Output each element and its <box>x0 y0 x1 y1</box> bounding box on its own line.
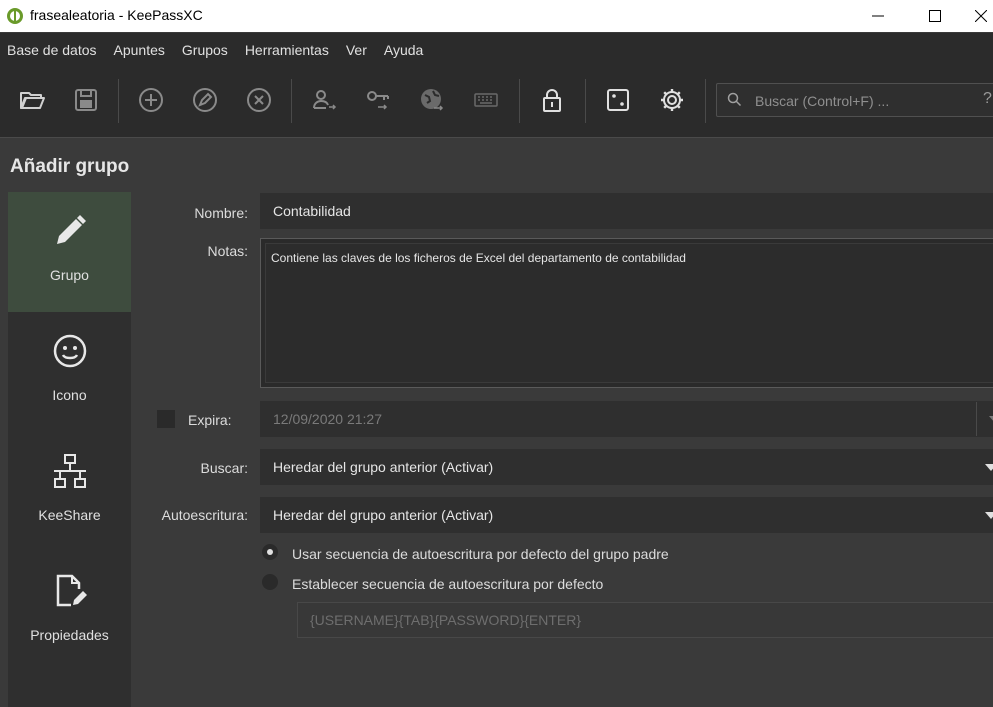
expires-label: Expira: <box>188 412 232 428</box>
file-edit-icon <box>56 574 87 607</box>
menu-help[interactable]: Ayuda <box>377 42 433 58</box>
pencil-circle-icon <box>193 88 217 112</box>
plus-circle-icon <box>139 88 163 112</box>
expires-value: 12/09/2020 21:27 <box>273 411 382 427</box>
settings-button[interactable] <box>656 84 688 116</box>
autotype-select-value: Heredar del grupo anterior (Activar) <box>273 507 494 523</box>
category-sidebar: Grupo Icono KeeShare Propiedades <box>8 192 131 707</box>
chevron-down-icon <box>989 416 993 423</box>
sequence-placeholder: {USERNAME}{TAB}{PASSWORD}{ENTER} <box>310 612 582 628</box>
folder-open-icon <box>20 92 45 109</box>
sidebar-item-icon[interactable]: Icono <box>8 312 131 432</box>
autotype-select[interactable]: Heredar del grupo anterior (Activar) <box>260 497 993 533</box>
menu-tools[interactable]: Herramientas <box>238 42 339 58</box>
radio-inherit-label[interactable]: Usar secuencia de autoescritura por defe… <box>292 546 669 562</box>
notes-textarea[interactable]: Contiene las claves de los ficheros de E… <box>260 238 993 388</box>
copy-url-button[interactable] <box>416 84 448 116</box>
search-box[interactable]: ? <box>716 83 993 117</box>
menu-groups[interactable]: Grupos <box>175 42 238 58</box>
expires-checkbox[interactable] <box>157 410 175 428</box>
radio-custom-sequence[interactable] <box>262 574 278 590</box>
delete-entry-button[interactable] <box>243 84 275 116</box>
notes-label: Notas: <box>207 243 248 259</box>
search-help-icon[interactable]: ? <box>983 90 992 108</box>
radio-custom-label[interactable]: Establecer secuencia de autoescritura po… <box>292 576 603 592</box>
menu-database[interactable]: Base de datos <box>0 42 107 58</box>
radio-inherit-sequence[interactable] <box>262 544 278 560</box>
notes-value: Contiene las claves de los ficheros de E… <box>271 251 686 265</box>
search-label: Buscar: <box>200 460 248 476</box>
keyboard-icon <box>474 93 498 107</box>
minimize-button[interactable] <box>855 0 901 32</box>
save-database-button[interactable] <box>70 84 102 116</box>
autotype-label: Autoescritura: <box>161 507 248 523</box>
close-window-button[interactable] <box>969 0 993 32</box>
smiley-icon <box>53 334 87 368</box>
sidebar-item-label: Grupo <box>50 267 89 283</box>
save-icon <box>75 89 97 111</box>
name-label: Nombre: <box>194 205 248 221</box>
page-title: Añadir grupo <box>10 156 130 177</box>
search-icon <box>727 92 742 107</box>
name-value: Contabilidad <box>273 203 351 219</box>
close-icon <box>975 10 987 22</box>
menu-bar: Base de datos Apuntes Grupos Herramienta… <box>0 33 993 67</box>
open-database-button[interactable] <box>16 84 48 116</box>
sidebar-item-group[interactable]: Grupo <box>8 192 131 312</box>
user-arrow-icon <box>313 90 337 110</box>
maximize-button[interactable] <box>912 0 958 32</box>
lock-icon <box>543 89 561 112</box>
gear-icon <box>661 89 683 111</box>
chevron-down-icon <box>985 512 993 519</box>
radio-selected-dot <box>267 549 273 555</box>
copy-username-button[interactable] <box>308 84 340 116</box>
lock-database-button[interactable] <box>536 84 568 116</box>
globe-arrow-icon <box>421 89 444 111</box>
x-circle-icon <box>247 88 271 112</box>
menu-view[interactable]: Ver <box>339 42 377 58</box>
dice-icon <box>607 89 629 111</box>
sidebar-item-label: Propiedades <box>30 627 109 643</box>
sidebar-item-label: KeeShare <box>38 507 101 523</box>
expires-datetime-field[interactable]: 12/09/2020 21:27 <box>260 401 993 437</box>
menu-entries[interactable]: Apuntes <box>107 42 175 58</box>
sidebar-item-keeshare[interactable]: KeeShare <box>8 432 131 552</box>
add-entry-button[interactable] <box>135 84 167 116</box>
maximize-icon <box>929 10 941 22</box>
copy-password-button[interactable] <box>362 84 394 116</box>
sidebar-item-properties[interactable]: Propiedades <box>8 552 131 672</box>
password-generator-button[interactable] <box>602 84 634 116</box>
edit-entry-button[interactable] <box>189 84 221 116</box>
window-titlebar: frasealeatoria - KeePassXC <box>0 0 993 32</box>
keepassxc-logo-icon <box>7 8 23 24</box>
search-select[interactable]: Heredar del grupo anterior (Activar) <box>260 449 993 485</box>
chevron-down-icon <box>985 464 993 471</box>
name-field[interactable]: Contabilidad <box>260 193 993 229</box>
minimize-icon <box>872 15 884 17</box>
search-input[interactable] <box>753 88 957 114</box>
sidebar-item-label: Icono <box>52 387 87 403</box>
autotype-button[interactable] <box>470 84 502 116</box>
key-arrow-icon <box>367 91 389 110</box>
pencil-icon <box>57 215 86 244</box>
search-select-value: Heredar del grupo anterior (Activar) <box>273 459 494 475</box>
toolbar: ? <box>0 67 993 138</box>
window-title: frasealeatoria - KeePassXC <box>30 7 203 23</box>
network-icon <box>54 454 86 488</box>
sequence-field[interactable]: {USERNAME}{TAB}{PASSWORD}{ENTER} <box>297 602 993 638</box>
